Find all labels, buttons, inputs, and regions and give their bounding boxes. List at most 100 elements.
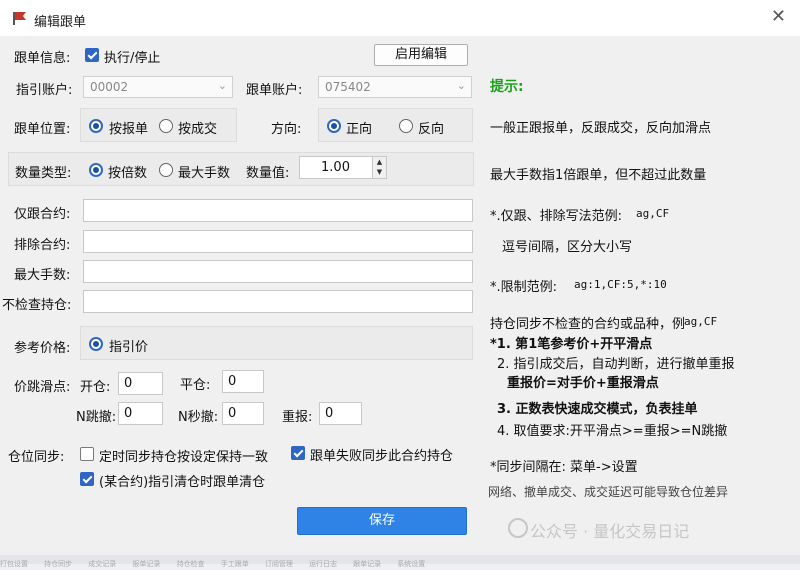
close-icon[interactable]: ✕	[771, 8, 786, 26]
strip-item: 持仓检查	[176, 560, 205, 568]
no-check-input[interactable]	[83, 290, 473, 313]
position-radio-trade[interactable]	[159, 119, 173, 133]
timed-sync-label: 定时同步持仓按设定保持一致	[99, 450, 269, 465]
chevron-down-icon: ⌄	[456, 79, 466, 92]
tip-line-6b: ag,CF	[684, 315, 718, 328]
position-radio-order[interactable]	[89, 119, 103, 133]
window-title: 编辑跟单	[34, 15, 87, 30]
strip-item: 系统设置	[397, 560, 426, 568]
slippage-label: 价跳滑点:	[14, 380, 71, 395]
tip-line-13: 网络、撤单成交、成交延迟可能导致仓位差异	[488, 485, 729, 499]
watermark: 公众号 · 量化交易日记	[530, 522, 690, 541]
n-sec-cancel-label: N秒撤:	[178, 410, 219, 425]
no-check-label: 不检查持仓:	[2, 298, 72, 313]
quantity-value: 1.00	[321, 160, 350, 175]
n-sec-cancel-input[interactable]: 0	[222, 402, 264, 425]
n-sec-cancel-value: 0	[228, 406, 237, 421]
spin-up-icon[interactable]: ▲	[373, 157, 386, 167]
ref-price-radio-guide[interactable]	[89, 337, 103, 351]
tip-line-3a: *.仅跟、排除写法范例:	[490, 209, 623, 224]
quantity-radio-max[interactable]	[159, 163, 173, 177]
follow-info-label: 跟单信息:	[14, 51, 71, 66]
guide-account-value: 00002	[90, 80, 129, 94]
direction-radio-forward[interactable]	[327, 119, 341, 133]
n-tick-cancel-value: 0	[124, 406, 133, 421]
follow-position-group: 按报单 按成交	[80, 108, 237, 142]
exec-stop-checkbox[interactable]	[85, 48, 99, 62]
close-slip-value: 0	[228, 374, 237, 389]
n-tick-cancel-label: N跳撤:	[76, 410, 117, 425]
tip-line-9: 重报价=对手价+重报滑点	[507, 376, 659, 391]
tip-line-8: 2. 指引成交后，自动判断，进行撤单重报	[497, 357, 735, 372]
follow-account-select[interactable]: 075402 ⌄	[318, 76, 472, 98]
ref-price-opt-guide: 指引价	[109, 340, 149, 355]
quantity-type-label: 数量类型:	[15, 166, 72, 181]
resend-value: 0	[325, 406, 334, 421]
strip-item: 跟单记录	[353, 560, 382, 568]
close-slip-label: 平仓:	[180, 378, 211, 393]
strip-item: 成交记录	[88, 560, 117, 568]
direction-opt-forward: 正向	[346, 122, 373, 137]
follow-account-value: 075402	[325, 80, 371, 94]
tip-line-5b: ag:1,CF:5,*:10	[574, 278, 667, 291]
follow-account-label: 跟单账户:	[246, 83, 303, 98]
save-button[interactable]: 保存	[297, 507, 467, 535]
tip-line-1: 一般正跟报单，反跟成交，反向加滑点	[490, 121, 712, 136]
tip-line-7: *1. 第1笔参考价+开平滑点	[490, 337, 653, 352]
position-sync-label: 仓位同步:	[8, 450, 65, 465]
exec-stop-label: 执行/停止	[104, 51, 161, 66]
strip-item: 订阅管理	[264, 560, 293, 568]
quantity-opt-multiple: 按倍数	[108, 166, 148, 181]
max-lots-input[interactable]	[83, 260, 473, 283]
quantity-spinner[interactable]: ▲ ▼	[372, 157, 386, 178]
close-slip-input[interactable]: 0	[222, 370, 264, 393]
strip-item: 报单记录	[132, 560, 161, 568]
open-slip-input[interactable]: 0	[118, 372, 163, 395]
timed-sync-checkbox[interactable]	[80, 447, 94, 461]
tip-line-4: 逗号间隔，区分大小写	[502, 240, 633, 255]
n-tick-cancel-input[interactable]: 0	[118, 402, 163, 425]
fail-sync-checkbox[interactable]	[291, 446, 305, 460]
tip-line-11: 4. 取值要求:开平滑点>=重报>=N跳撤	[497, 424, 728, 439]
open-slip-value: 0	[124, 376, 133, 391]
follow-position-label: 跟单位置:	[14, 122, 71, 137]
strip-item: 手工跟单	[220, 560, 249, 568]
direction-opt-reverse: 反向	[418, 122, 445, 137]
fail-sync-label: 跟单失败同步此合约持仓	[310, 449, 454, 464]
strip-item: 运行日志	[308, 560, 337, 568]
guide-account-label: 指引账户:	[16, 83, 73, 98]
strip-item: 打包设置	[0, 560, 28, 568]
direction-label: 方向:	[271, 122, 302, 137]
guide-account-select[interactable]: 00002 ⌄	[83, 76, 233, 98]
ref-price-label: 参考价格:	[14, 341, 71, 356]
strip-item: 持仓同步	[44, 560, 73, 568]
quantity-opt-max: 最大手数	[178, 166, 231, 181]
chevron-down-icon: ⌄	[217, 79, 227, 92]
title-bar: 编辑跟单 ✕	[0, 0, 800, 36]
tips-title: 提示:	[490, 79, 524, 95]
position-opt-order: 按报单	[109, 122, 149, 137]
quantity-radio-multiple[interactable]	[89, 163, 103, 177]
spin-down-icon[interactable]: ▼	[373, 167, 386, 177]
tip-line-5a: *.限制范例:	[490, 280, 558, 295]
quantity-value-label: 数量值:	[246, 166, 290, 181]
direction-radio-reverse[interactable]	[399, 119, 413, 133]
only-contract-input[interactable]	[83, 199, 473, 222]
tip-line-6a: 持仓同步不检查的合约或品种，例	[490, 317, 686, 332]
enable-edit-button[interactable]: 启用编辑	[374, 44, 468, 66]
app-flag-icon	[13, 12, 26, 25]
clear-sync-checkbox[interactable]	[80, 472, 94, 486]
ref-price-group: 指引价	[80, 326, 473, 360]
edit-follow-window: 编辑跟单 ✕ 跟单信息: 执行/停止 启用编辑 指引账户: 00002 ⌄ 跟单…	[0, 0, 800, 568]
clear-sync-label: (某合约)指引清仓时跟单清仓	[99, 475, 266, 490]
resend-input[interactable]: 0	[319, 402, 362, 425]
resend-label: 重报:	[282, 410, 313, 425]
max-lots-label: 最大手数:	[14, 268, 71, 283]
wechat-icon	[508, 518, 528, 538]
exclude-contract-label: 排除合约:	[14, 238, 71, 253]
exclude-contract-input[interactable]	[83, 230, 473, 253]
bottom-strip: 打包设置 持仓同步 成交记录 报单记录 持仓检查 手工跟单 订阅管理 运行日志 …	[0, 555, 800, 568]
only-contract-label: 仅跟合约:	[14, 207, 71, 222]
direction-group: 正向 反向	[318, 108, 473, 142]
open-slip-label: 开仓:	[80, 380, 111, 395]
